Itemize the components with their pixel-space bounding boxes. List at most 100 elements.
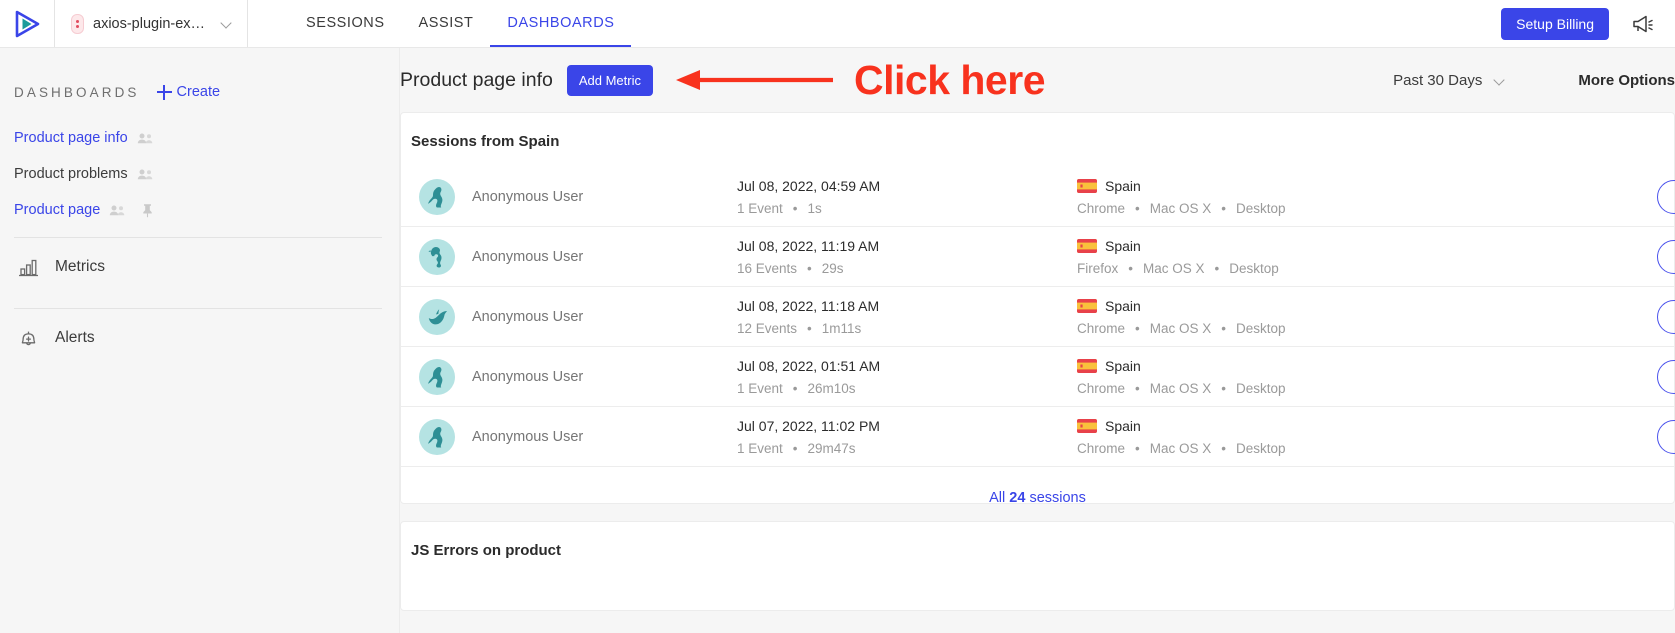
session-duration: 26m10s — [807, 380, 856, 396]
session-browser: Chrome — [1077, 380, 1126, 396]
session-os: Mac OS X — [1149, 380, 1212, 396]
megaphone-icon[interactable] — [1631, 13, 1655, 35]
table-row[interactable]: Anonymous User Jul 08, 2022, 01:51 AM 1 … — [401, 347, 1675, 407]
session-geo: Spain Chrome • Mac OS X • Desktop — [1077, 298, 1507, 336]
table-row[interactable]: Anonymous User Jul 08, 2022, 11:18 AM 12… — [401, 287, 1675, 347]
session-device-info: Firefox • Mac OS X • Desktop — [1077, 261, 1507, 276]
session-meta: 1 Event • 26m10s — [737, 381, 1077, 396]
session-duration: 29s — [821, 260, 844, 276]
nav-item-sessions[interactable]: SESSIONS — [289, 0, 402, 47]
separator-dot: • — [792, 200, 798, 216]
session-user: Anonymous User — [472, 308, 584, 325]
sidebar-item-label: Product problems — [14, 166, 128, 182]
page-title: Product page info — [400, 68, 553, 91]
separator-dot: • — [1135, 440, 1140, 456]
session-events: 1 Event — [737, 380, 783, 396]
play-circle-icon[interactable] — [1657, 359, 1675, 394]
session-user: Anonymous User — [472, 188, 584, 205]
topbar-actions: Setup Billing — [1501, 7, 1675, 40]
separator-dot: • — [1221, 440, 1226, 456]
sidebar-dashboard-list: Product page info Product problems Produ… — [0, 123, 399, 225]
separator-dot: • — [792, 380, 798, 396]
table-row[interactable]: Anonymous User Jul 08, 2022, 11:19 AM 16… — [401, 227, 1675, 287]
app-root: axios-plugin-exam... SESSIONS ASSIST DAS… — [0, 0, 1675, 633]
session-geo: Spain Firefox • Mac OS X • Desktop — [1077, 238, 1507, 276]
avatar — [419, 178, 455, 215]
session-country: Spain — [1105, 357, 1141, 374]
sessions-list: Anonymous User Jul 08, 2022, 04:59 AM 1 … — [401, 167, 1675, 467]
session-duration: 29m47s — [807, 440, 856, 456]
sidebar-dashboards-header: DASHBOARDS Create — [14, 81, 399, 103]
separator-dot: • — [807, 320, 812, 336]
sidebar-item-metrics[interactable]: Metrics — [0, 238, 399, 296]
pin-icon[interactable] — [141, 203, 154, 218]
bell-plus-icon — [21, 331, 36, 345]
session-meta: 12 Events • 1m11s — [737, 321, 1077, 336]
seahorse-avatar-icon — [428, 246, 442, 267]
play-circle-icon[interactable] — [1657, 299, 1675, 334]
sidebar-item-product-problems[interactable]: Product problems — [0, 159, 399, 189]
separator-dot: • — [1128, 260, 1133, 276]
page-header: Product page info Add Metric Click here … — [400, 48, 1675, 112]
session-device: Desktop — [1236, 200, 1286, 216]
sidebar-item-alerts[interactable]: Alerts — [0, 309, 399, 367]
session-os: Mac OS X — [1149, 320, 1212, 336]
session-country: Spain — [1105, 297, 1141, 314]
table-row[interactable]: Anonymous User Jul 07, 2022, 11:02 PM 1 … — [401, 407, 1675, 467]
separator-dot: • — [1221, 200, 1226, 216]
card-title: JS Errors on product — [411, 542, 562, 559]
session-geo: Spain Chrome • Mac OS X • Desktop — [1077, 418, 1507, 456]
session-date: Jul 08, 2022, 04:59 AM — [737, 177, 881, 194]
play-circle-icon[interactable] — [1657, 419, 1675, 454]
play-circle-icon[interactable] — [1657, 179, 1675, 214]
sidebar-item-product-page[interactable]: Product page — [0, 195, 399, 225]
session-date: Jul 08, 2022, 11:19 AM — [737, 237, 880, 254]
people-icon — [110, 205, 125, 216]
plus-icon — [156, 84, 172, 100]
session-events: 1 Event — [737, 200, 783, 216]
kangaroo-avatar-icon — [428, 186, 443, 207]
table-row[interactable]: Anonymous User Jul 08, 2022, 04:59 AM 1 … — [401, 167, 1675, 227]
session-duration: 1m11s — [821, 320, 862, 336]
all-sessions-suffix: sessions — [1025, 490, 1086, 506]
separator-dot: • — [1214, 260, 1220, 276]
date-range-selector[interactable]: Past 30 Days — [1393, 72, 1506, 89]
session-meta: 16 Events • 29s — [737, 261, 1077, 276]
annotation-text: Click here — [854, 56, 1046, 103]
people-icon — [137, 169, 152, 180]
add-metric-button[interactable]: Add Metric — [566, 64, 653, 96]
session-events: 1 Event — [737, 440, 783, 456]
more-options-button[interactable]: More Options — [1578, 72, 1675, 89]
session-events: 12 Events — [737, 320, 798, 336]
session-time: Jul 07, 2022, 11:02 PM 1 Event • 29m47s — [737, 418, 1077, 456]
sidebar-nav-label: Metrics — [55, 258, 105, 275]
avatar — [419, 418, 455, 455]
create-dashboard-button[interactable]: Create — [156, 84, 221, 100]
create-label: Create — [176, 84, 221, 100]
chevron-down-icon — [1495, 75, 1506, 86]
click-here-annotation: Click here — [673, 56, 1046, 103]
setup-billing-button[interactable]: Setup Billing — [1501, 7, 1609, 40]
session-device: Desktop — [1236, 440, 1286, 456]
separator-dot: • — [807, 260, 812, 276]
project-selector[interactable]: axios-plugin-exam... — [55, 0, 248, 47]
sidebar-item-label: Product page info — [14, 130, 128, 146]
session-events: 16 Events — [737, 260, 798, 276]
all-sessions-prefix: All — [989, 490, 1010, 506]
nav-item-dashboards[interactable]: DASHBOARDS — [490, 0, 632, 47]
session-os: Mac OS X — [1149, 200, 1212, 216]
nav-item-assist[interactable]: ASSIST — [402, 0, 491, 47]
sidebar-item-product-page-info[interactable]: Product page info — [0, 123, 399, 153]
spain-flag-icon — [1077, 238, 1097, 253]
app-logo[interactable] — [0, 0, 55, 47]
all-sessions-link[interactable]: All 24 sessions — [401, 467, 1674, 506]
project-marker-icon — [71, 13, 84, 34]
play-triangle-logo-icon — [15, 10, 40, 37]
session-browser: Chrome — [1077, 320, 1126, 336]
play-circle-icon[interactable] — [1657, 239, 1675, 274]
separator-dot: • — [1135, 380, 1140, 396]
session-time: Jul 08, 2022, 11:18 AM 12 Events • 1m11s — [737, 298, 1077, 336]
session-country: Spain — [1105, 177, 1141, 194]
sidebar-nav-label: Alerts — [55, 329, 95, 346]
js-errors-card: JS Errors on product — [400, 521, 1675, 611]
